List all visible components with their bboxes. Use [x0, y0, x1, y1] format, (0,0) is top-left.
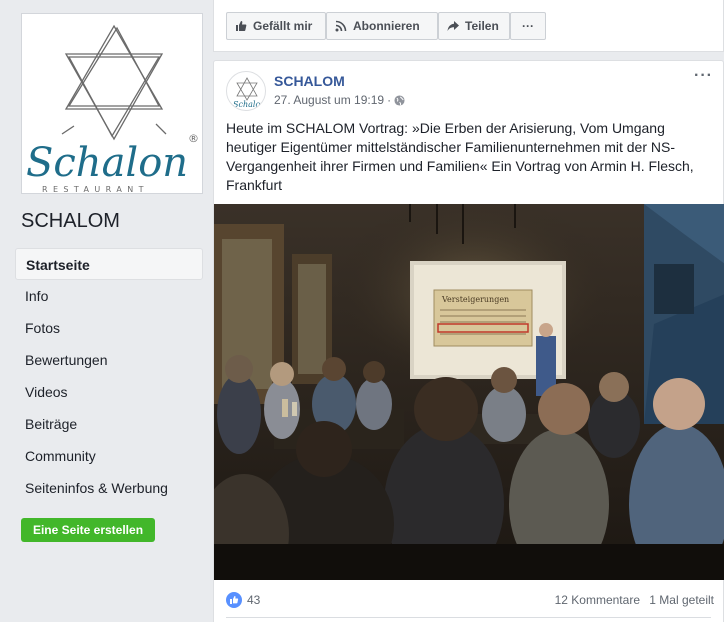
- nav-item-info[interactable]: Info: [15, 280, 203, 312]
- nav-item-videos[interactable]: Videos: [15, 376, 203, 408]
- nav-item-beitraege[interactable]: Beiträge: [15, 408, 203, 440]
- share-page-label: Teilen: [465, 19, 499, 33]
- subscribe-button[interactable]: Abonnieren: [326, 12, 438, 40]
- reactions-count[interactable]: 43: [247, 593, 260, 607]
- nav-item-community[interactable]: Community: [15, 440, 203, 472]
- svg-text:®: ®: [188, 132, 199, 145]
- thumbs-up-icon: [236, 21, 247, 31]
- create-page-button[interactable]: Eine Seite erstellen: [21, 518, 155, 542]
- avatar[interactable]: Schalom: [226, 71, 266, 111]
- post-author[interactable]: SCHALOM: [274, 73, 345, 89]
- nav-item-fotos[interactable]: Fotos: [15, 312, 203, 344]
- like-reaction-icon[interactable]: [226, 592, 242, 608]
- post-timestamp[interactable]: 27. August um 19:19: [274, 93, 384, 107]
- like-page-button[interactable]: Gefällt mir: [226, 12, 326, 40]
- nav-item-startseite[interactable]: Startseite: [15, 248, 203, 280]
- shares-count[interactable]: 1 Mal geteilt: [649, 593, 714, 607]
- post-divider: [226, 617, 711, 618]
- more-options-button[interactable]: ···: [510, 12, 546, 40]
- page-title[interactable]: SCHALOM: [21, 210, 120, 233]
- thumbs-up-icon: [230, 596, 239, 604]
- lecture-photo: Versteigerungen: [214, 204, 724, 580]
- subscribe-label: Abonnieren: [353, 19, 420, 33]
- star-logo-icon: Schalom: [233, 77, 266, 109]
- comments-count[interactable]: 12 Kommentare: [555, 593, 640, 607]
- svg-text:Schalom: Schalom: [233, 100, 266, 109]
- post-card: Schalom SCHALOM 27. August um 19:19 · ··…: [213, 60, 724, 622]
- post-stats: 43 12 Kommentare 1 Mal geteilt: [226, 591, 714, 609]
- logo-wordmark: Schalon: [26, 140, 188, 186]
- post-meta: 27. August um 19:19 ·: [274, 93, 405, 107]
- page-nav: Startseite Info Fotos Bewertungen Videos…: [15, 248, 203, 504]
- share-page-button[interactable]: Teilen: [438, 12, 510, 40]
- nav-item-bewertungen[interactable]: Bewertungen: [15, 344, 203, 376]
- globe-icon: [394, 94, 405, 106]
- like-page-label: Gefällt mir: [253, 19, 313, 33]
- page-action-bar: Gefällt mir Abonnieren Teilen ···: [213, 0, 724, 52]
- post-options-icon[interactable]: ···: [694, 67, 713, 85]
- page-logo[interactable]: Schalon ® RESTAURANT: [21, 13, 203, 194]
- share-arrow-icon: [447, 21, 459, 31]
- rss-icon: [335, 20, 347, 32]
- more-dots-icon: ···: [522, 19, 534, 33]
- nav-item-seiteninfos[interactable]: Seiteninfos & Werbung: [15, 472, 203, 504]
- slide-heading: Versteigerungen: [441, 295, 509, 304]
- post-text: Heute im SCHALOM Vortrag: »Die Erben der…: [226, 120, 694, 193]
- logo-subtext: RESTAURANT: [42, 185, 149, 194]
- meta-separator: ·: [387, 93, 392, 107]
- post-photo[interactable]: Versteigerungen: [214, 204, 724, 580]
- star-logo-icon: Schalon ® RESTAURANT: [26, 24, 199, 194]
